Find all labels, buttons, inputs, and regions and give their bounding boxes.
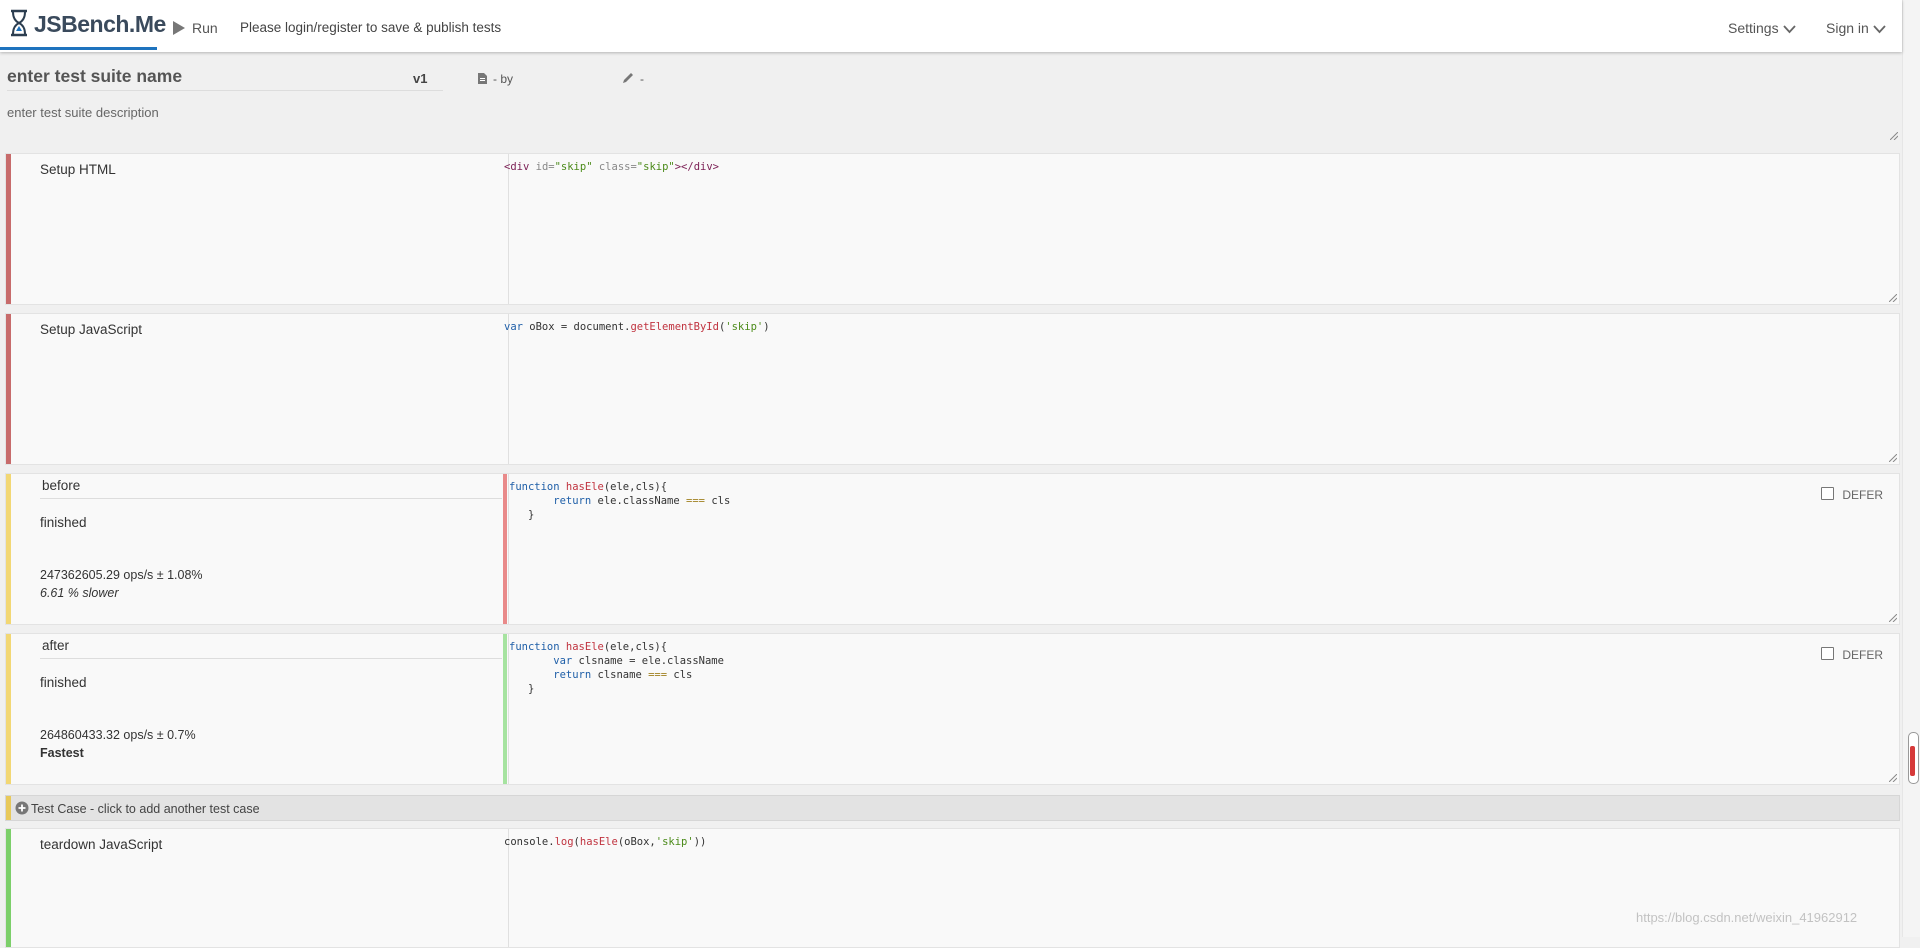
version-label: v1 (413, 71, 428, 86)
test-case-panel: after finished 264860433.32 ops/s ± 0.7%… (5, 633, 1900, 785)
sign-in-menu[interactable]: Sign in (1826, 20, 1886, 36)
defer-checkbox[interactable]: DEFER (1821, 487, 1883, 502)
test-case-name-input[interactable]: after (40, 636, 502, 659)
edit-text: - (640, 72, 644, 86)
suite-description-input[interactable]: enter test suite description (7, 105, 159, 120)
setup-js-panel: Setup JavaScript var oBox = document.get… (5, 313, 1900, 465)
settings-label: Settings (1728, 20, 1779, 36)
logo-text: JSBench.Me (34, 11, 166, 37)
panel-sidebar: Setup JavaScript (11, 314, 509, 464)
defer-checkbox[interactable]: DEFER (1821, 647, 1883, 662)
resize-handle-icon[interactable] (1889, 774, 1897, 782)
add-test-case-button[interactable]: Test Case - click to add another test ca… (5, 795, 1900, 821)
resize-handle-icon[interactable] (1890, 132, 1898, 140)
scrollbar-marker (1910, 746, 1915, 776)
play-icon (173, 21, 185, 35)
setup-html-editor[interactable]: <div id="skip" class="skip"></div> (504, 154, 1899, 304)
test-case-panel: before finished 247362605.29 ops/s ± 1.0… (5, 473, 1900, 625)
setup-html-panel: Setup HTML <div id="skip" class="skip"><… (5, 153, 1900, 305)
resize-handle-icon[interactable] (1889, 454, 1897, 462)
test-case-editor[interactable]: function hasEle(ele,cls){ return ele.cla… (509, 474, 1899, 624)
document-icon (478, 73, 487, 84)
panel-color-bar (6, 796, 11, 820)
resize-handle-icon[interactable] (1889, 294, 1897, 302)
code-result-bar (503, 634, 507, 784)
defer-label: DEFER (1842, 648, 1883, 662)
page-scrollbar[interactable] (1902, 0, 1920, 937)
settings-menu[interactable]: Settings (1728, 20, 1796, 36)
test-status: finished (40, 515, 87, 530)
by-text: - by (493, 72, 514, 86)
watermark: https://blog.csdn.net/weixin_41962912 (1636, 910, 1858, 925)
setup-js-editor[interactable]: var oBox = document.getElementById('skip… (504, 314, 1899, 464)
teardown-js-editor[interactable]: console.log(hasEle(oBox,'skip')) (504, 829, 1899, 947)
top-navbar: JSBench.Me Run Please login/register to … (0, 0, 1902, 52)
defer-label: DEFER (1842, 488, 1883, 502)
plus-circle-icon (15, 801, 29, 815)
setup-js-title: Setup JavaScript (40, 322, 143, 337)
test-case-name-input[interactable]: before (40, 476, 502, 499)
panel-sidebar: before finished 247362605.29 ops/s ± 1.0… (11, 474, 509, 624)
run-button-label: Run (192, 20, 218, 36)
ops-per-second: 264860433.32 ops/s ± 0.7% (40, 728, 196, 742)
chevron-down-icon (1782, 25, 1796, 34)
sign-in-label: Sign in (1826, 20, 1869, 36)
panel-sidebar: after finished 264860433.32 ops/s ± 0.7%… (11, 634, 509, 784)
add-test-case-label: Test Case - click to add another test ca… (31, 802, 260, 816)
author-info: - by (478, 72, 513, 86)
suite-name-input[interactable]: enter test suite name (7, 66, 443, 91)
logo[interactable]: JSBench.Me (0, 0, 166, 50)
edit-info[interactable]: - (622, 72, 644, 86)
comparison-text: 6.61 % slower (40, 586, 119, 600)
checkbox-icon (1821, 487, 1835, 500)
resize-handle-icon[interactable] (1889, 614, 1897, 622)
checkbox-icon (1821, 647, 1835, 660)
comparison-text: Fastest (40, 746, 84, 760)
teardown-js-panel: teardown JavaScript console.log(hasEle(o… (5, 828, 1900, 948)
setup-html-title: Setup HTML (40, 162, 116, 177)
hourglass-logo-icon (11, 9, 27, 37)
code-result-bar (503, 474, 507, 624)
panel-sidebar: Setup HTML (11, 154, 509, 304)
login-register-link[interactable]: Please login/register to save & publish … (240, 20, 501, 35)
ops-per-second: 247362605.29 ops/s ± 1.08% (40, 568, 203, 582)
pencil-icon (623, 73, 633, 83)
chevron-down-icon (1873, 25, 1886, 34)
test-status: finished (40, 675, 87, 690)
panel-sidebar: teardown JavaScript (11, 829, 509, 947)
test-case-editor[interactable]: function hasEle(ele,cls){ var clsname = … (509, 634, 1899, 784)
teardown-js-title: teardown JavaScript (40, 837, 163, 852)
